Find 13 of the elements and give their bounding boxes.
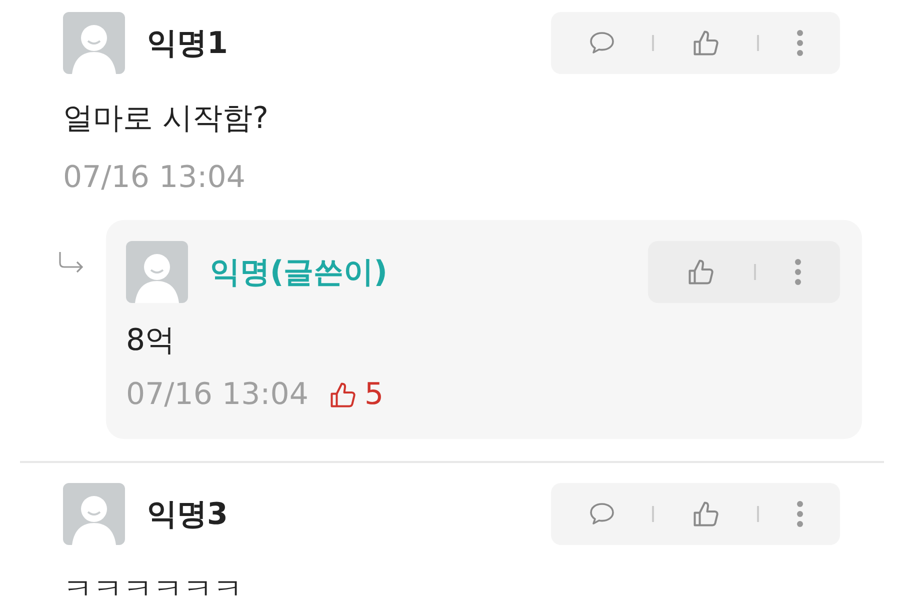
comment-text: 얼마로 시작함?: [63, 100, 270, 138]
thumbs-up-icon: [328, 380, 358, 410]
author-name: 익명(글쓴이): [210, 254, 388, 292]
avatar-icon: [126, 241, 188, 303]
author-name: 익명3: [147, 496, 228, 534]
comment-text: 8억: [126, 322, 176, 360]
timestamp: 07/16 13:04: [63, 160, 246, 196]
avatar-icon: [63, 12, 125, 74]
author-name: 익명1: [147, 24, 228, 62]
like-count: 5: [364, 377, 384, 413]
timestamp: 07/16 13:04: [126, 377, 308, 413]
comment-text: ㅋㅋㅋㅋㅋㅋ: [63, 571, 244, 600]
avatar-icon: [63, 483, 125, 545]
